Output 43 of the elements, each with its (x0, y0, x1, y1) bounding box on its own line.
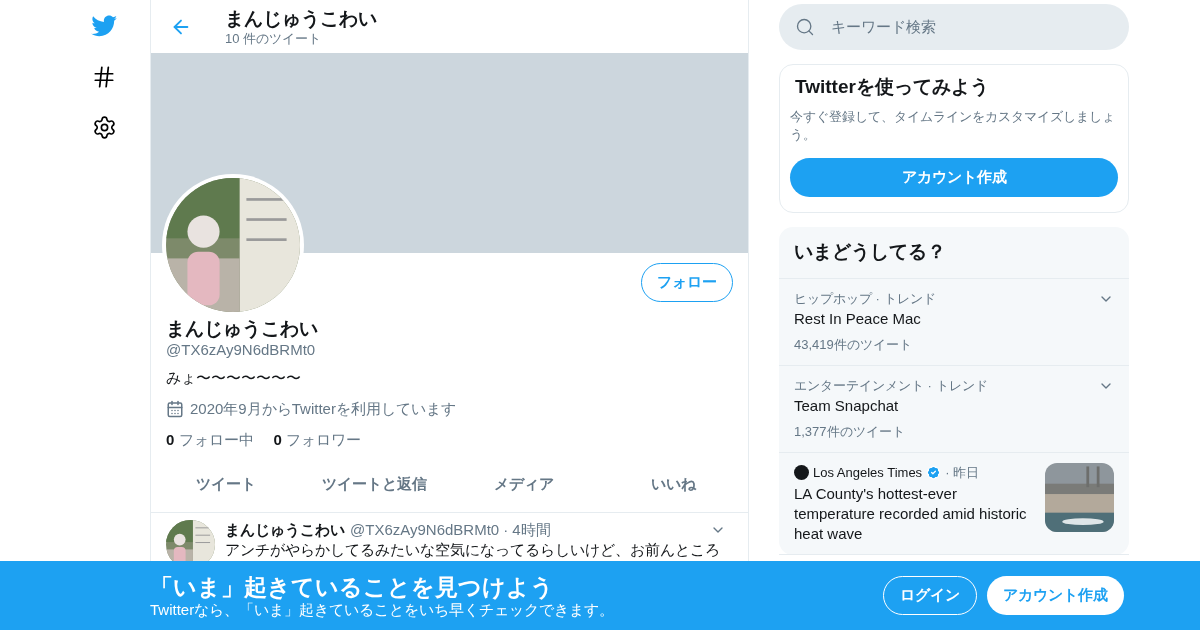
calendar-icon (166, 400, 184, 419)
news-headline: LA County's hottest-ever temperature recorded amid historic heat wave (794, 484, 1028, 544)
settings-icon[interactable] (92, 115, 117, 140)
trend-context: ヒップホップ · トレンド (794, 289, 937, 308)
trend-name: Team Snapchat (794, 395, 900, 416)
card-text: 今すぐ登録して、タイムラインをカスタマイズしましょう。 (790, 108, 1116, 144)
verified-icon (926, 464, 942, 480)
trends-title: いまどうしてる？ (779, 227, 1129, 279)
bottom-bar-subtitle: Twitterなら、「いま」起きていることをいち早くチェックできます。 (150, 600, 616, 619)
bottom-bar-title: 「いま」起きていることを見つけよう (150, 572, 555, 601)
tweet-author: まんじゅうこわい (225, 519, 345, 540)
news-item[interactable]: Los Angeles Times · 昨日 LA County's hottest-ever temperature recorded amid historic heat wave (779, 452, 1129, 555)
profile-bio: みょ〜〜〜〜〜〜〜 (166, 368, 302, 388)
trend-context: エンターテインメント · トレンド (794, 376, 989, 395)
search-input[interactable]: キーワード検索 (831, 15, 1113, 39)
search-field[interactable]: キーワード検索 (779, 4, 1129, 50)
news-time: · 昨日 (945, 463, 980, 482)
news-source: Los Angeles Times (813, 463, 923, 482)
signup-button[interactable]: アカウント作成 (987, 576, 1124, 615)
search-icon (795, 17, 815, 37)
profile-tab[interactable]: ツイートと返信 (300, 457, 450, 512)
card-title: Twitterを使ってみよう (794, 75, 990, 99)
create-account-button[interactable]: アカウント作成 (790, 158, 1118, 197)
tweet-handle: @TX6zAy9N6dBRMt0 (350, 519, 500, 540)
tweet-text: アンチがやらかしてるみたいな空気になってるらしいけど、お前んところ (225, 540, 721, 560)
following-link[interactable]: 0 フォロー中 (166, 428, 254, 451)
profile-handle: @TX6zAy9N6dBRMt0 (166, 340, 317, 360)
bird-logo-icon[interactable] (90, 13, 119, 39)
followers-link[interactable]: 0 フォロワー (273, 428, 362, 451)
tweet-time: · 4時間 (503, 519, 551, 540)
trend-item[interactable]: ヒップホップ · トレンド Rest In Peace Mac 43,419件のツイート (779, 278, 1129, 366)
trend-count: 1,377件のツイート (794, 422, 906, 441)
tweet-count: 10 件のツイート (225, 30, 323, 47)
trend-item[interactable]: エンターテインメント · トレンド Team Snapchat 1,377件のツイート (779, 365, 1129, 453)
join-date: 2020年9月からTwitterを利用しています (190, 399, 456, 419)
trend-name: Rest In Peace Mac (794, 308, 922, 329)
source-logo-icon (794, 464, 809, 480)
profile-tab[interactable]: いいね (598, 457, 748, 512)
profile-tab[interactable]: ツイート (151, 457, 301, 512)
header-title: まんじゅうこわい (225, 6, 377, 31)
trend-count: 43,419件のツイート (794, 335, 913, 354)
profile-tab[interactable]: メディア (449, 457, 599, 512)
profile-name: まんじゅうこわい (166, 318, 319, 340)
